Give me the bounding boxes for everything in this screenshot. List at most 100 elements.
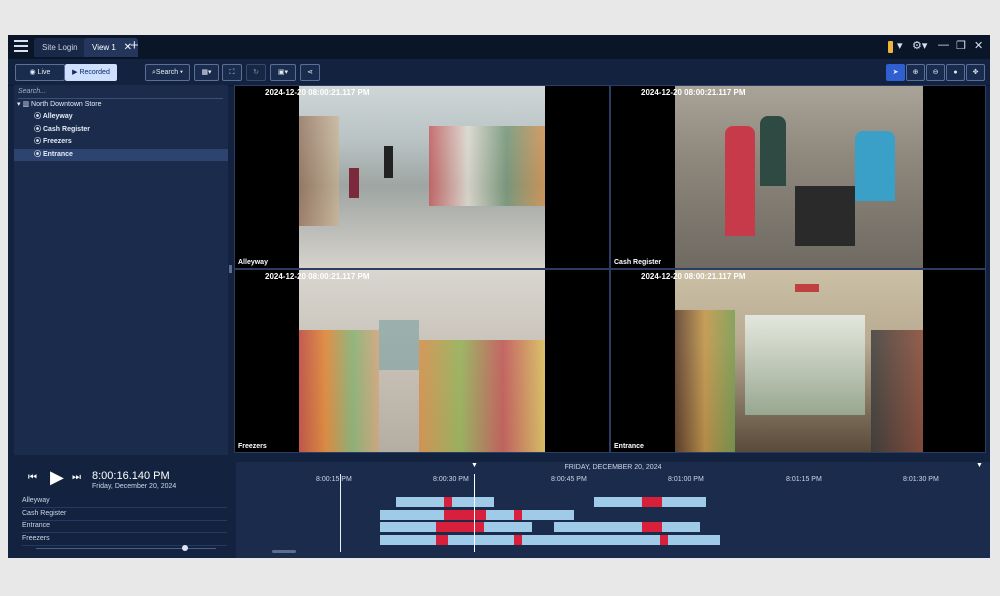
share-button[interactable]: ⋖ — [300, 64, 320, 81]
video-tile-freezers[interactable]: 2024-12-20 08:00:21.117 PM Freezers — [234, 269, 610, 453]
title-bar: Site Login View 1 ✕ + ▾ ⚙▾ — ❐ ✕ — [8, 35, 990, 59]
recording-segment[interactable] — [452, 497, 494, 507]
tree-root-store[interactable]: ▾ ▥ North Downtown Store — [14, 99, 228, 111]
fullscreen-icon: ⛶ — [229, 69, 235, 76]
restore-icon[interactable]: ❐ — [956, 39, 966, 52]
recording-segment[interactable] — [662, 497, 706, 507]
move-icon: ✥ — [972, 69, 979, 76]
recording-segment[interactable] — [606, 535, 660, 545]
play-circle-icon: ▶ — [72, 69, 78, 76]
step-forward-icon[interactable]: ⏭ — [72, 472, 81, 483]
playback-panel: ⏮ ▶ ⏭ 8:00:16.140 PM Friday, December 20… — [14, 462, 236, 554]
recording-segment[interactable] — [668, 535, 720, 545]
recording-segment[interactable] — [380, 522, 436, 532]
timeline-playhead[interactable] — [340, 474, 341, 552]
recording-segment[interactable] — [380, 510, 444, 520]
recording-segment[interactable] — [484, 522, 532, 532]
motion-segment[interactable] — [642, 497, 662, 507]
refresh-button[interactable]: ↻ — [246, 64, 266, 81]
layout-button[interactable]: ▦▾ — [194, 64, 219, 81]
video-tile-entrance[interactable]: 2024-12-20 08:00:21.117 PM Entrance — [610, 269, 986, 453]
timeline-track-entrance[interactable] — [236, 522, 990, 532]
tree-item-cash-register[interactable]: ⦿ Cash Register — [14, 124, 228, 136]
play-icon[interactable]: ▶ — [50, 467, 64, 488]
motion-segment[interactable] — [514, 535, 522, 545]
timeline-tick: 8:01:00 PM — [668, 476, 704, 483]
ptz-button[interactable]: ✥ — [966, 64, 985, 81]
export-button[interactable]: ▣▾ — [270, 64, 296, 81]
live-button[interactable]: ◉ Live — [15, 64, 65, 81]
speed-slider-handle[interactable] — [182, 545, 188, 551]
recording-segment[interactable] — [396, 497, 444, 507]
timeline-track-alleyway[interactable] — [236, 497, 990, 507]
video-timestamp: 2024-12-20 08:00:21.117 PM — [641, 272, 746, 281]
collapse-icon[interactable]: ▾ — [14, 101, 21, 108]
video-timestamp: 2024-12-20 08:00:21.117 PM — [641, 88, 746, 97]
motion-segment[interactable] — [444, 497, 452, 507]
camera-icon: ⦿ — [34, 151, 41, 158]
fullscreen-button[interactable]: ⛶ — [222, 64, 242, 81]
video-tile-alleyway[interactable]: 2024-12-20 08:00:21.117 PM Alleyway — [234, 85, 610, 269]
video-timestamp: 2024-12-20 08:00:21.117 PM — [265, 272, 370, 281]
marker-handle-icon[interactable]: ▼ — [471, 462, 478, 469]
tree-item-entrance[interactable]: ⦿ Entrance — [14, 149, 228, 161]
recording-segment[interactable] — [662, 522, 700, 532]
recording-segment[interactable] — [380, 535, 436, 545]
recording-segment[interactable] — [522, 510, 574, 520]
timeline-track-freezers[interactable] — [236, 535, 990, 545]
recording-segment[interactable] — [486, 510, 514, 520]
timeline-row-label: Freezers — [22, 533, 227, 546]
motion-segment[interactable] — [436, 522, 484, 532]
menu-icon[interactable] — [14, 40, 28, 52]
tab-site-login[interactable]: Site Login — [34, 38, 90, 57]
timeline-position-marker[interactable] — [474, 474, 475, 552]
timeline-row-label: Entrance — [22, 520, 227, 533]
motion-segment[interactable] — [444, 510, 486, 520]
video-frame — [675, 270, 923, 452]
timeline-tick: 8:00:45 PM — [551, 476, 587, 483]
panel-splitter[interactable] — [229, 265, 232, 273]
tree-search-input[interactable]: Search... — [18, 88, 223, 98]
tree-item-alleyway[interactable]: ⦿ Alleyway — [14, 111, 228, 123]
search-button[interactable]: ⌕Search ▾ — [145, 64, 190, 81]
privacy-button[interactable]: ● — [946, 64, 965, 81]
video-tile-cash-register[interactable]: 2024-12-20 08:00:21.117 PM Cash Register — [610, 85, 986, 269]
close-icon[interactable]: ✕ — [974, 39, 983, 52]
app-window: Site Login View 1 ✕ + ▾ ⚙▾ — ❐ ✕ ◉ Live ▶… — [8, 35, 990, 558]
recording-segment[interactable] — [594, 497, 642, 507]
video-camera-name: Freezers — [238, 443, 267, 450]
recording-segment[interactable] — [522, 535, 612, 545]
circle-icon: ● — [953, 69, 958, 76]
timeline-tick: 8:00:15 PM — [316, 476, 352, 483]
refresh-icon: ↻ — [253, 69, 259, 76]
timeline-tick: 8:01:15 PM — [786, 476, 822, 483]
chevron-down-icon[interactable]: ▾ — [897, 39, 903, 52]
motion-segment[interactable] — [514, 510, 522, 520]
motion-segment[interactable] — [436, 535, 448, 545]
new-tab-button[interactable]: + — [130, 37, 139, 54]
timeline-tick: 8:01:30 PM — [903, 476, 939, 483]
timeline-scrollbar[interactable] — [272, 550, 296, 553]
camera-icon: ⦿ — [34, 113, 41, 120]
speed-slider-track[interactable] — [36, 548, 216, 549]
video-camera-name: Entrance — [614, 443, 644, 450]
pointer-tool-button[interactable]: ➤ — [886, 64, 905, 81]
zoom-in-icon: ⊕ — [912, 69, 919, 76]
motion-segment[interactable] — [642, 522, 662, 532]
step-back-icon[interactable]: ⏮ — [28, 472, 37, 483]
timeline[interactable]: FRIDAY, DECEMBER 20, 2024 8:00:15 PM 8:0… — [236, 462, 990, 558]
minimize-icon[interactable]: — — [938, 39, 949, 51]
marker-end-icon[interactable]: ▼ — [976, 462, 983, 469]
gear-icon[interactable]: ⚙▾ — [912, 39, 927, 52]
timeline-row-label: Alleyway — [22, 495, 227, 508]
timeline-track-cash-register[interactable] — [236, 510, 990, 520]
tree-item-freezers[interactable]: ⦿ Freezers — [14, 136, 228, 148]
eye-icon: ◉ — [29, 69, 36, 76]
zoom-in-button[interactable]: ⊕ — [906, 64, 925, 81]
recording-segment[interactable] — [448, 535, 514, 545]
recording-segment[interactable] — [554, 522, 642, 532]
user-icon[interactable] — [888, 41, 893, 53]
motion-segment[interactable] — [660, 535, 668, 545]
recorded-button[interactable]: ▶ Recorded — [65, 64, 117, 81]
zoom-out-button[interactable]: ⊖ — [926, 64, 945, 81]
